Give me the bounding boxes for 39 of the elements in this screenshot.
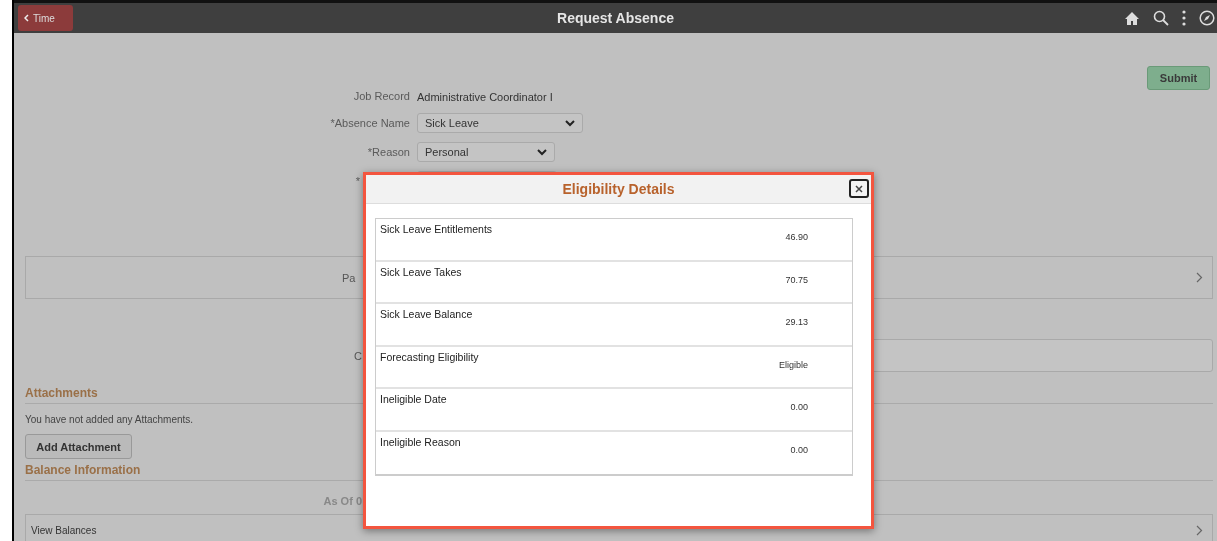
detail-label: Sick Leave Balance <box>380 308 473 322</box>
detail-value: 70.75 <box>785 274 808 287</box>
close-icon <box>855 184 863 193</box>
detail-label: Sick Leave Takes <box>380 265 462 280</box>
field-label: *Reason <box>367 146 410 158</box>
detail-label: Ineligible Date <box>380 393 447 407</box>
chevron-left-icon <box>24 14 29 22</box>
select-field[interactable]: Sick Leave <box>417 113 583 133</box>
home-icon[interactable] <box>1124 10 1140 26</box>
chevron-icon <box>1196 272 1203 283</box>
detail-value: 0.00 <box>790 402 808 414</box>
row-label: Pa <box>342 271 356 284</box>
submit-button[interactable]: Submit <box>1147 66 1210 90</box>
compass-icon[interactable] <box>1199 10 1215 26</box>
chevron-icon <box>1196 525 1203 536</box>
chevron-down-icon <box>537 148 547 156</box>
detail-value: 46.90 <box>785 232 808 244</box>
detail-label: Sick Leave Entitlements <box>380 223 493 237</box>
page-title: Request Absence <box>557 10 674 26</box>
select-field[interactable]: Personal <box>417 142 555 162</box>
field-label: *Absence Name <box>330 117 410 129</box>
row-label: View Balances <box>31 525 97 536</box>
detail-value: Eligible <box>778 359 808 372</box>
chevron-down-icon <box>565 119 575 127</box>
detail-label: Ineligible Reason <box>380 435 461 450</box>
field-value: Administrative Coordinator I <box>417 91 553 103</box>
field-label: C <box>353 349 362 362</box>
field-label: Job Record <box>353 90 410 104</box>
close-button[interactable] <box>849 179 869 198</box>
detail-label: Forecasting Eligibility <box>380 350 479 365</box>
detail-value: 29.13 <box>785 317 808 329</box>
add-attachment-button[interactable]: Add Attachment <box>25 434 132 459</box>
dialog-title: Eligibility Details <box>562 181 675 197</box>
search-icon[interactable] <box>1153 10 1169 26</box>
field-label: * <box>355 175 360 187</box>
back-button[interactable]: Time <box>18 5 73 31</box>
more-icon[interactable] <box>1182 10 1186 26</box>
attachments-message: You have not added any Attachments. <box>25 414 195 425</box>
detail-value: 0.00 <box>790 444 808 457</box>
